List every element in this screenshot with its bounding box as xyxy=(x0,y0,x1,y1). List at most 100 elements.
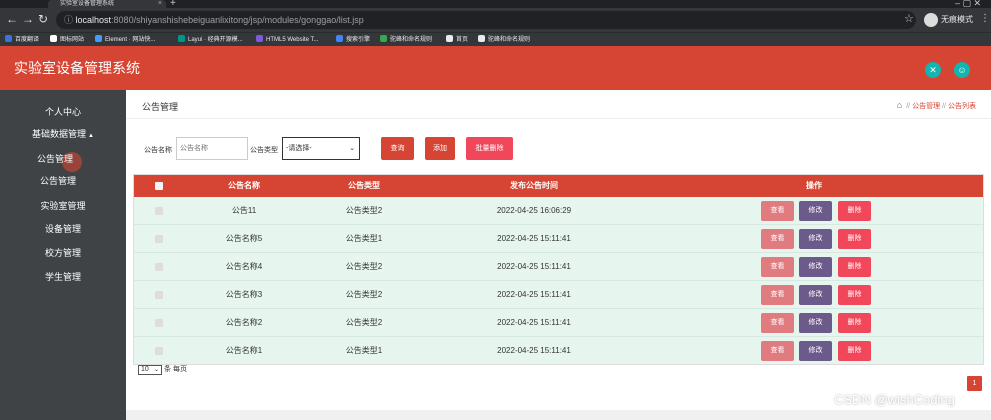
bookmark-icon xyxy=(446,34,453,42)
bookmark-item[interactable]: 图标网站 xyxy=(50,33,84,47)
delete-button[interactable]: 删除 xyxy=(838,229,871,249)
sidebar-item-equipment[interactable]: 设备管理 xyxy=(0,222,126,236)
sidebar-item-profile[interactable]: 个人中心 xyxy=(0,105,126,119)
sidebar-item-basic-data[interactable]: 基础数据管理 ▲ xyxy=(0,127,126,141)
url-input[interactable]: ⓘ localhost:8080/shiyanshishebeiguanlixi… xyxy=(56,11,916,29)
view-button[interactable]: 查看 xyxy=(761,201,794,221)
lock-icon: ⓘ xyxy=(64,15,76,25)
browser-tab[interactable]: 实验室设备管理系统 × xyxy=(48,0,166,8)
page-size-suffix: 条 每页 xyxy=(164,366,187,373)
cell-type: 公告类型2 xyxy=(345,206,383,215)
home-icon[interactable]: ⌂ xyxy=(897,100,902,110)
user-icon[interactable]: ☺ xyxy=(954,62,970,78)
announcement-type-label: 公告类型 xyxy=(250,147,278,154)
cell-type: 公告类型1 xyxy=(345,234,383,243)
reload-icon[interactable]: ↻ xyxy=(38,13,48,25)
bookmark-item[interactable]: 搜索引擎 xyxy=(336,33,370,47)
view-button[interactable]: 查看 xyxy=(761,341,794,361)
page-button-current[interactable]: 1 xyxy=(967,376,982,391)
bookmark-item[interactable]: Layui · 经典开源模... xyxy=(178,33,243,47)
delete-button[interactable]: 删除 xyxy=(838,201,871,221)
cell-time: 2022-04-25 15:11:41 xyxy=(497,346,571,355)
select-all-checkbox[interactable] xyxy=(155,182,163,190)
back-icon[interactable]: ← xyxy=(6,13,18,25)
edit-button[interactable]: 修改 xyxy=(799,257,832,277)
view-button[interactable]: 查看 xyxy=(761,257,794,277)
cell-name: 公告名称1 xyxy=(225,346,263,355)
edit-button[interactable]: 修改 xyxy=(799,341,832,361)
cell-time: 2022-04-25 15:11:41 xyxy=(497,234,571,243)
bookmark-icon xyxy=(478,34,485,42)
delete-button[interactable]: 删除 xyxy=(838,341,871,361)
sidebar-item-lab[interactable]: 实验室管理 xyxy=(0,199,126,213)
fullscreen-icon[interactable]: ✕ xyxy=(925,62,941,78)
search-button[interactable]: 查询 xyxy=(381,137,414,160)
batch-delete-button[interactable]: 批量删除 xyxy=(466,137,513,160)
cell-name: 公告名称4 xyxy=(225,262,263,271)
incognito-icon xyxy=(924,12,938,27)
page-size-select[interactable]: 10 ⌄ xyxy=(138,365,162,375)
sidebar-subitem-announcement[interactable]: 公告管理 xyxy=(0,152,118,166)
bookmark-item[interactable]: Element · 网站快... xyxy=(95,33,155,47)
add-button[interactable]: 添加 xyxy=(425,137,455,160)
browser-tab-title: 实验室设备管理系统 xyxy=(60,1,115,7)
row-checkbox[interactable] xyxy=(155,235,163,243)
cell-time: 2022-04-25 16:06:29 xyxy=(496,206,572,215)
bookmark-item[interactable]: 百度翻译 xyxy=(5,33,39,47)
browser-address-bar: ← → ↻ ⓘ localhost:8080/shiyanshishebeigu… xyxy=(0,8,991,32)
bookmark-icon xyxy=(380,34,387,42)
bookmark-icon xyxy=(5,34,12,42)
bookmark-item[interactable]: 首页 xyxy=(446,33,468,47)
edit-button[interactable]: 修改 xyxy=(799,285,832,305)
browser-menu-icon[interactable]: ⋮ xyxy=(980,13,990,24)
cell-time: 2022-04-25 15:11:41 xyxy=(497,318,571,327)
bookmark-item[interactable]: HTML5 Website T... xyxy=(256,33,318,47)
table-row: 公告11 公告类型2 2022-04-25 16:06:29 查看 修改 删除 xyxy=(134,197,983,225)
edit-button[interactable]: 修改 xyxy=(799,313,832,333)
column-header: 公告类型 xyxy=(348,181,380,190)
view-button[interactable]: 查看 xyxy=(761,313,794,333)
bookmark-icon xyxy=(178,34,185,42)
cell-name: 公告名称5 xyxy=(225,234,263,243)
sidebar-item-school[interactable]: 校方管理 xyxy=(0,246,126,260)
announcement-type-select[interactable]: -请选择- ⌄ xyxy=(282,137,360,160)
incognito-profile[interactable]: 无痕模式 xyxy=(924,12,973,28)
forward-icon[interactable]: → xyxy=(22,13,34,25)
chevron-down-icon: ⌄ xyxy=(349,145,355,152)
edit-button[interactable]: 修改 xyxy=(799,201,832,221)
row-checkbox[interactable] xyxy=(155,207,163,215)
bookmark-icon xyxy=(336,34,343,42)
delete-button[interactable]: 删除 xyxy=(838,285,871,305)
view-button[interactable]: 查看 xyxy=(761,285,794,305)
breadcrumb-item: 公告列表 xyxy=(948,103,976,110)
cell-type: 公告类型2 xyxy=(345,318,383,327)
url-host: localhost xyxy=(75,15,112,25)
cell-name: 公告名称2 xyxy=(225,318,263,327)
delete-button[interactable]: 删除 xyxy=(838,257,871,277)
bookmark-item[interactable]: 驼峰和命名规则 xyxy=(380,33,432,47)
url-path: :8080/shiyanshishebeiguanlixitong/jsp/mo… xyxy=(111,15,364,25)
sidebar-item-announcement[interactable]: 公告管理 xyxy=(0,174,121,188)
bookmark-icon xyxy=(256,34,263,42)
breadcrumb-item[interactable]: 公告管理 xyxy=(912,103,940,110)
bookmark-star-icon[interactable]: ☆ xyxy=(904,12,914,25)
row-checkbox[interactable] xyxy=(155,291,163,299)
row-checkbox[interactable] xyxy=(155,263,163,271)
cell-type: 公告类型2 xyxy=(345,262,383,271)
page-title: 公告管理 xyxy=(142,102,179,112)
view-button[interactable]: 查看 xyxy=(761,229,794,249)
delete-button[interactable]: 删除 xyxy=(838,313,871,333)
edit-button[interactable]: 修改 xyxy=(799,229,832,249)
sidebar-item-student[interactable]: 学生管理 xyxy=(0,270,126,284)
footer-strip xyxy=(126,410,991,420)
bookmark-icon xyxy=(50,34,57,42)
table-row: 公告名称1 公告类型1 2022-04-25 15:11:41 查看 修改 删除 xyxy=(134,337,983,365)
close-tab-icon[interactable]: × xyxy=(158,0,162,8)
announcement-name-input[interactable] xyxy=(176,137,248,160)
row-checkbox[interactable] xyxy=(155,347,163,355)
cell-time: 2022-04-25 15:11:41 xyxy=(497,262,571,271)
column-header: 发布公告时间 xyxy=(510,181,558,190)
row-checkbox[interactable] xyxy=(155,319,163,327)
bookmark-icon xyxy=(95,34,102,42)
bookmark-item[interactable]: 驼峰和命名规则 xyxy=(478,33,530,47)
